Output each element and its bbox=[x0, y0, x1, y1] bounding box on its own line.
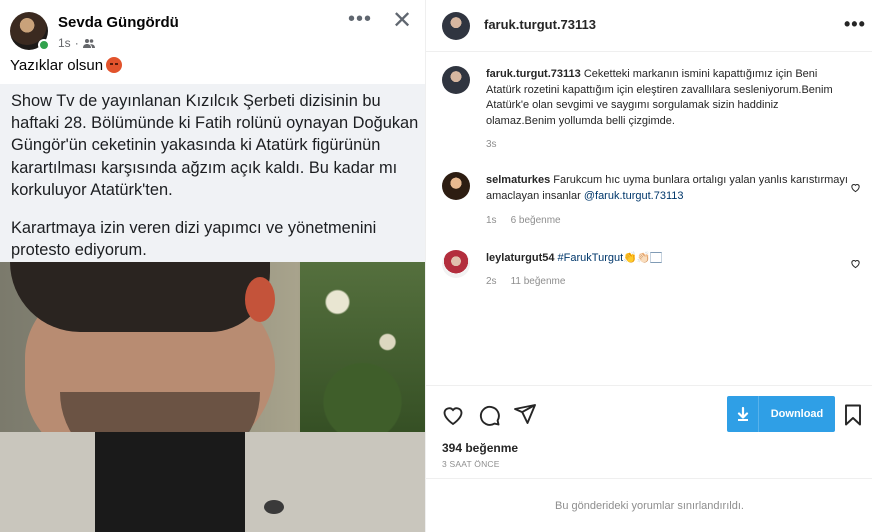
fb-author-name: Sevda Güngördü bbox=[58, 14, 179, 31]
comment-hashtag[interactable]: #FarukTurgut👏👏🏻🏻 bbox=[558, 252, 662, 264]
comment-time: 2s bbox=[486, 276, 497, 287]
lapel-pin bbox=[264, 500, 284, 514]
post-timestamp: 3 SAAT ÖNCE bbox=[442, 459, 500, 469]
comment-likes[interactable]: 11 beğenme bbox=[511, 276, 566, 287]
comment-body: leylaturgut54 #FarukTurgut👏👏🏻🏻 bbox=[486, 251, 848, 267]
fb-text-paragraph: Show Tv de yayınlanan Kızılcık Şerbeti d… bbox=[11, 92, 419, 199]
comment-username[interactable]: leylaturgut54 bbox=[486, 252, 554, 264]
comment-bubble-icon[interactable] bbox=[477, 403, 501, 427]
avatar[interactable] bbox=[442, 66, 470, 94]
post-side-panel: faruk.turgut.73113 ••• faruk.turgut.7311… bbox=[425, 0, 872, 532]
photo-hair bbox=[10, 262, 270, 332]
like-comment-heart-icon[interactable] bbox=[850, 258, 861, 269]
dot-separator: · bbox=[74, 36, 79, 50]
fb-text-area: Show Tv de yayınlanan Kızılcık Şerbeti d… bbox=[0, 84, 425, 262]
angry-emoji-icon bbox=[106, 57, 123, 73]
photo-ear bbox=[245, 277, 275, 322]
comment-likes[interactable]: 6 beğenme bbox=[511, 215, 561, 226]
fb-text-paragraph: Karartmaya izin veren dizi yapımcı ve yö… bbox=[11, 219, 377, 260]
post-actions: Download bbox=[426, 386, 872, 446]
fb-caption: Yazıklar olsun bbox=[10, 57, 123, 74]
post-header: faruk.turgut.73113 ••• bbox=[426, 0, 872, 52]
fb-text: Show Tv de yayınlanan Kızılcık Şerbeti d… bbox=[11, 90, 419, 277]
comment-meta: 2s 11 beğenme bbox=[486, 276, 565, 287]
comment-meta: 1s 6 beğenme bbox=[486, 215, 561, 226]
comments-limited-notice: Bu gönderideki yorumlar sınırlandırıldı. bbox=[426, 478, 872, 532]
photo-shirt bbox=[95, 432, 245, 532]
comment-body: selmaturkes Farukcum hıc uyma bunlara or… bbox=[486, 173, 848, 204]
comments-list: faruk.turgut.73113 Ceketteki markanın is… bbox=[426, 52, 872, 386]
save-bookmark-icon[interactable] bbox=[841, 403, 865, 427]
like-comment-heart-icon[interactable] bbox=[850, 182, 861, 193]
share-paper-plane-icon[interactable] bbox=[513, 402, 537, 426]
comment-time: 1s bbox=[486, 215, 497, 226]
fb-post-header: Sevda Güngördü 1s · ••• ✕ Yazıklar olsun bbox=[0, 0, 425, 84]
comment-username[interactable]: selmaturkes bbox=[486, 174, 550, 186]
online-dot-icon bbox=[38, 39, 50, 51]
author-username[interactable]: faruk.turgut.73113 bbox=[484, 17, 596, 32]
avatar[interactable] bbox=[442, 172, 470, 200]
comment-time: 3s bbox=[486, 139, 497, 150]
post-image: Sevda Güngördü 1s · ••• ✕ Yazıklar olsun… bbox=[0, 0, 425, 532]
avatar[interactable] bbox=[442, 12, 470, 40]
comment-body: faruk.turgut.73113 Ceketteki markanın is… bbox=[486, 67, 848, 129]
download-label: Download bbox=[770, 408, 824, 420]
avatar[interactable] bbox=[442, 250, 470, 278]
fb-post-time: 1s bbox=[58, 36, 71, 50]
fb-caption-text: Yazıklar olsun bbox=[10, 57, 104, 74]
fb-post-meta: 1s · bbox=[58, 36, 95, 50]
download-arrow-icon bbox=[727, 396, 759, 432]
download-button[interactable]: Download bbox=[727, 396, 835, 432]
like-heart-icon[interactable] bbox=[441, 403, 465, 427]
friends-icon bbox=[82, 39, 95, 48]
comment-mention[interactable]: @faruk.turgut.73113 bbox=[584, 190, 684, 202]
likes-count[interactable]: 394 beğenme bbox=[442, 441, 518, 455]
actor-photo bbox=[0, 262, 425, 532]
comment-meta: 3s bbox=[486, 139, 497, 150]
close-icon: ✕ bbox=[392, 7, 413, 34]
comment-username[interactable]: faruk.turgut.73113 bbox=[486, 68, 581, 80]
more-options-icon[interactable]: ••• bbox=[844, 14, 866, 35]
more-icon: ••• bbox=[348, 8, 373, 30]
